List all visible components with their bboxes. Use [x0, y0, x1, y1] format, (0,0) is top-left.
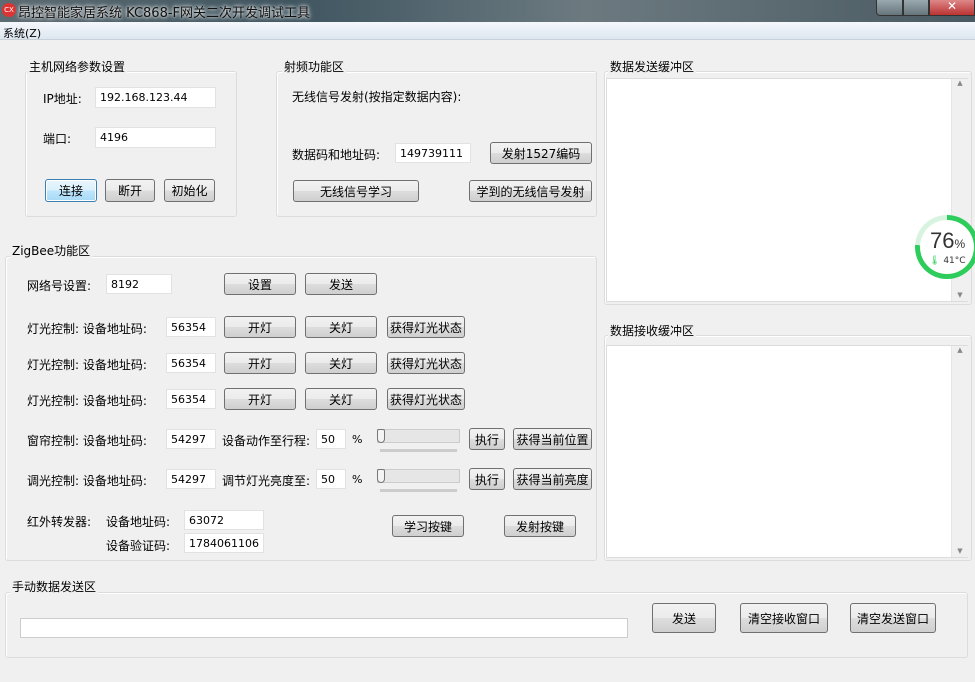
send-1527-button[interactable]: 发射1527编码	[490, 142, 592, 164]
curtain-action-label: 设备动作至行程:	[222, 434, 311, 448]
send-buffer-textarea[interactable]	[606, 78, 968, 302]
curtain-get-position-button[interactable]: 获得当前位置	[513, 428, 592, 450]
manual-send-title: 手动数据发送区	[10, 578, 99, 595]
cpu-percent-unit: %	[954, 237, 966, 251]
light-on-button[interactable]: 开灯	[224, 316, 296, 338]
disconnect-button[interactable]: 断开	[105, 179, 155, 202]
clear-send-button[interactable]: 清空发送窗口	[850, 603, 936, 633]
scroll-up-icon[interactable]: ▲	[952, 79, 968, 87]
light-off-button[interactable]: 关灯	[305, 388, 377, 410]
ir-send-button[interactable]: 发射按键	[504, 515, 576, 537]
curtain-label: 窗帘控制: 设备地址码:	[27, 434, 147, 448]
ir-label: 红外转发器:	[27, 515, 92, 529]
light-label: 灯光控制: 设备地址码:	[27, 394, 147, 408]
host-settings-title: 主机网络参数设置	[27, 58, 128, 75]
light-status-button[interactable]: 获得灯光状态	[387, 316, 465, 338]
light-off-button[interactable]: 关灯	[305, 352, 377, 374]
curtain-addr-input[interactable]: 54297	[166, 429, 216, 449]
recv-buffer-scrollbar[interactable]: ▲ ▼	[951, 346, 968, 557]
light-status-button[interactable]: 获得灯光状态	[387, 388, 465, 410]
manual-send-button[interactable]: 发送	[652, 603, 716, 633]
ir-verify-input[interactable]: 1784061106	[184, 533, 264, 553]
dimmer-action-label: 调节灯光亮度至:	[222, 474, 311, 488]
recv-buffer-title: 数据接收缓冲区	[608, 322, 697, 339]
ir-verify-label: 设备验证码:	[106, 539, 171, 553]
rf-title: 射频功能区	[282, 58, 347, 75]
manual-send-input[interactable]	[20, 618, 628, 638]
light-on-button[interactable]: 开灯	[224, 388, 296, 410]
dimmer-slider-thumb[interactable]	[377, 469, 385, 483]
port-input[interactable]: 4196	[95, 127, 216, 148]
dimmer-exec-button[interactable]: 执行	[469, 468, 505, 490]
menu-bar	[0, 22, 975, 40]
light-addr-input[interactable]: 56354	[166, 317, 216, 337]
light-off-button[interactable]: 关灯	[305, 316, 377, 338]
scroll-up-icon[interactable]: ▲	[952, 346, 968, 354]
init-button[interactable]: 初始化	[164, 179, 215, 202]
curtain-exec-button[interactable]: 执行	[469, 428, 505, 450]
thermometer-icon: 🌡	[929, 256, 941, 266]
rf-code-input[interactable]: 149739111	[395, 143, 471, 163]
recv-buffer-textarea[interactable]	[606, 345, 968, 558]
cpu-percent: 76	[930, 228, 955, 253]
send-buffer-title: 数据发送缓冲区	[608, 58, 697, 75]
ir-addr-label: 设备地址码:	[106, 515, 171, 529]
net-input[interactable]: 8192	[106, 274, 172, 294]
ir-addr-input[interactable]: 63072	[184, 510, 264, 530]
light-label: 灯光控制: 设备地址码:	[27, 322, 147, 336]
rf-learn-button[interactable]: 无线信号学习	[293, 180, 419, 202]
light-addr-input[interactable]: 56354	[166, 389, 216, 409]
temperature: 41°C	[943, 256, 966, 266]
port-label: 端口:	[43, 132, 72, 146]
dimmer-label: 调光控制: 设备地址码:	[27, 474, 147, 488]
close-button[interactable]: ✕	[929, 0, 975, 16]
light-addr-input[interactable]: 56354	[166, 353, 216, 373]
dimmer-addr-input[interactable]: 54297	[166, 469, 216, 489]
zigbee-title: ZigBee功能区	[10, 242, 93, 259]
ip-label: IP地址:	[43, 92, 82, 106]
curtain-slider-ticks	[380, 449, 457, 452]
light-on-button[interactable]: 开灯	[224, 352, 296, 374]
ir-learn-button[interactable]: 学习按键	[392, 515, 464, 537]
dimmer-slider-ticks	[380, 489, 457, 492]
net-label: 网络号设置:	[27, 279, 92, 293]
curtain-value-input[interactable]: 50	[316, 429, 346, 449]
send-learned-button[interactable]: 学到的无线信号发射	[469, 180, 592, 202]
dimmer-slider[interactable]	[377, 469, 460, 483]
net-set-button[interactable]: 设置	[224, 273, 296, 295]
light-status-button[interactable]: 获得灯光状态	[387, 352, 465, 374]
light-label: 灯光控制: 设备地址码:	[27, 358, 147, 372]
clear-recv-button[interactable]: 清空接收窗口	[740, 603, 828, 633]
ip-input[interactable]: 192.168.123.44	[95, 87, 216, 108]
net-send-button[interactable]: 发送	[305, 273, 377, 295]
app-logo-icon: CX	[2, 3, 16, 17]
window-title: 昂控智能家居系统 KC868-F网关二次开发调试工具	[18, 6, 311, 21]
scroll-down-icon[interactable]: ▼	[952, 547, 968, 555]
curtain-slider-thumb[interactable]	[377, 429, 385, 443]
maximize-button[interactable]	[903, 0, 929, 16]
scroll-down-icon[interactable]: ▼	[952, 291, 968, 299]
menu-system[interactable]: 系统(Z)	[3, 25, 41, 41]
rf-description: 无线信号发射(按指定数据内容):	[292, 90, 462, 104]
minimize-button[interactable]	[876, 0, 903, 16]
curtain-unit: %	[352, 433, 363, 446]
dimmer-value-input[interactable]: 50	[316, 469, 346, 489]
dimmer-unit: %	[352, 473, 363, 486]
rf-code-label: 数据码和地址码:	[292, 148, 381, 162]
curtain-slider[interactable]	[377, 429, 460, 443]
dimmer-get-brightness-button[interactable]: 获得当前亮度	[513, 468, 592, 490]
connect-button[interactable]: 连接	[45, 179, 97, 202]
